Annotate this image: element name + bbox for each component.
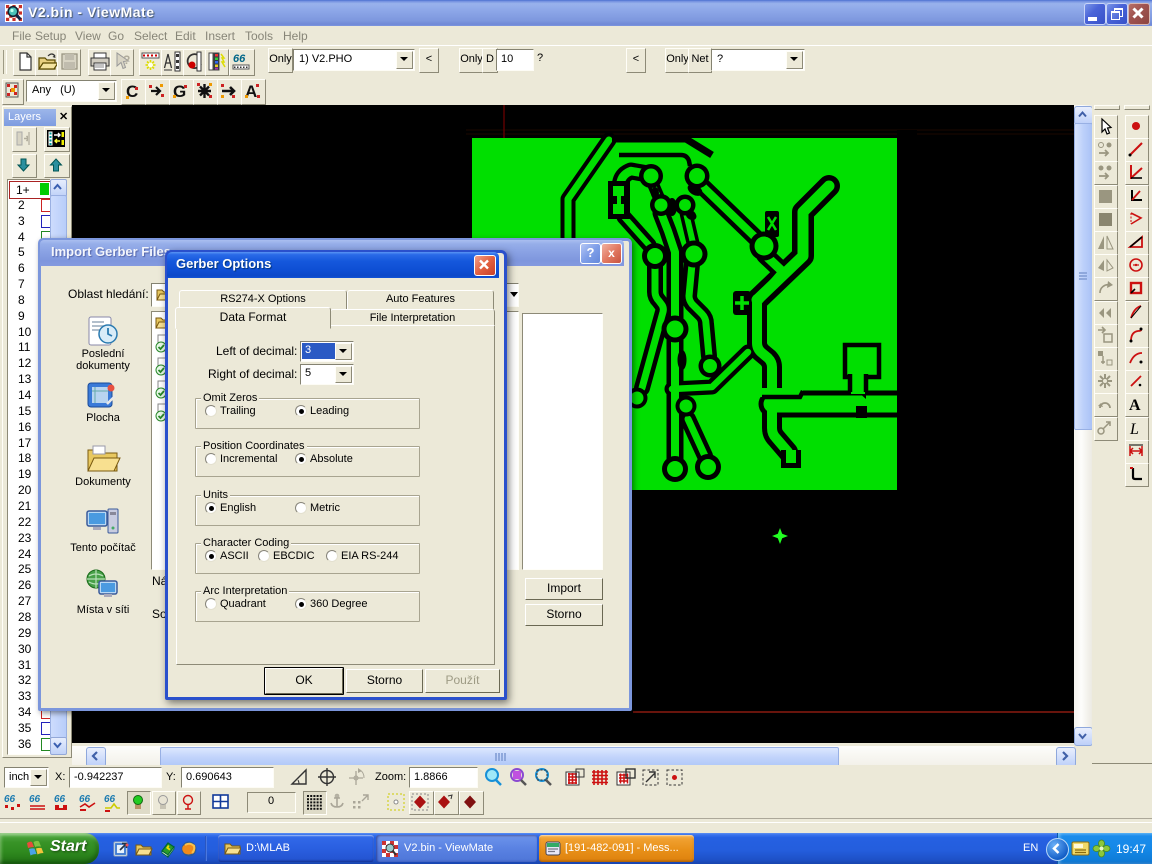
svg-text:?: ? xyxy=(123,53,130,67)
svg-text:G: G xyxy=(173,82,186,101)
svg-text:A: A xyxy=(245,82,257,101)
svg-text:66: 66 xyxy=(233,53,246,65)
svg-text:A: A xyxy=(1129,397,1141,414)
svg-text:66: 66 xyxy=(29,794,41,805)
svg-text:L: L xyxy=(1129,421,1139,438)
svg-text:66: 66 xyxy=(4,794,16,805)
svg-text:66: 66 xyxy=(54,794,66,805)
